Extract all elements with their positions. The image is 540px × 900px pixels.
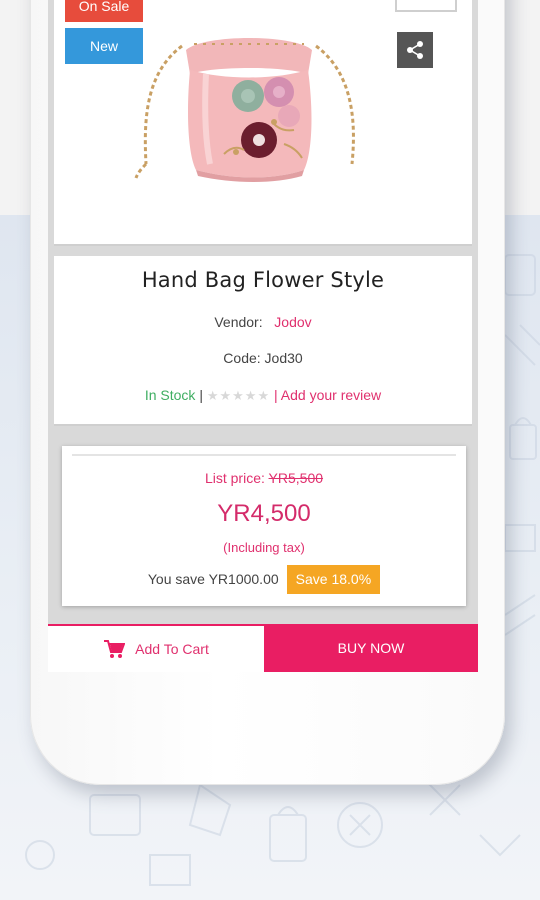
share-button[interactable]	[397, 32, 433, 68]
wishlist-box[interactable]	[395, 0, 457, 12]
add-to-cart-label: Add To Cart	[135, 641, 209, 657]
action-bar: Add To Cart BUY NOW	[48, 624, 478, 672]
product-image-card: On Sale New	[54, 0, 472, 246]
stock-rating-row: In Stock | ★★★★★ | Add your review	[54, 387, 472, 404]
buy-now-button[interactable]: BUY NOW	[264, 624, 478, 672]
share-icon	[407, 41, 423, 59]
list-price-value: YR5,500	[268, 470, 324, 486]
vendor-row: Vendor: Jodov	[54, 314, 472, 330]
list-price-row: List price: YR5,500	[62, 470, 466, 486]
buy-now-label: BUY NOW	[337, 640, 405, 656]
vendor-label: Vendor:	[214, 314, 263, 330]
stock-status: In Stock	[144, 387, 196, 403]
price-card: List price: YR5,500 YR4,500 (Including t…	[62, 446, 466, 606]
product-image	[134, 38, 355, 182]
vendor-link[interactable]: Jodov	[274, 314, 311, 330]
save-percent-badge: Save 18.0%	[286, 564, 381, 594]
add-to-cart-button[interactable]: Add To Cart	[48, 624, 264, 672]
product-title: Hand Bag Flower Style	[141, 268, 385, 292]
list-price-label: List price:	[204, 470, 265, 486]
cart-icon	[104, 640, 126, 658]
tax-note: (Including tax)	[223, 540, 305, 555]
divider	[72, 454, 456, 456]
current-price: YR4,500	[217, 500, 311, 527]
savings-row: You save YR1000.00 Save 18.0%	[62, 564, 466, 594]
you-save-text: You save YR1000.00	[147, 571, 279, 587]
rating-stars[interactable]: ★★★★★	[207, 388, 270, 403]
add-review-link[interactable]: | Add your review	[274, 387, 381, 403]
product-info-card: Hand Bag Flower Style Vendor: Jodov Code…	[54, 256, 472, 426]
product-code: Code: Jod30	[223, 350, 303, 366]
separator: |	[199, 387, 203, 403]
phone-screen: On Sale New Hand Bag Flower Style Vendor…	[48, 0, 478, 672]
